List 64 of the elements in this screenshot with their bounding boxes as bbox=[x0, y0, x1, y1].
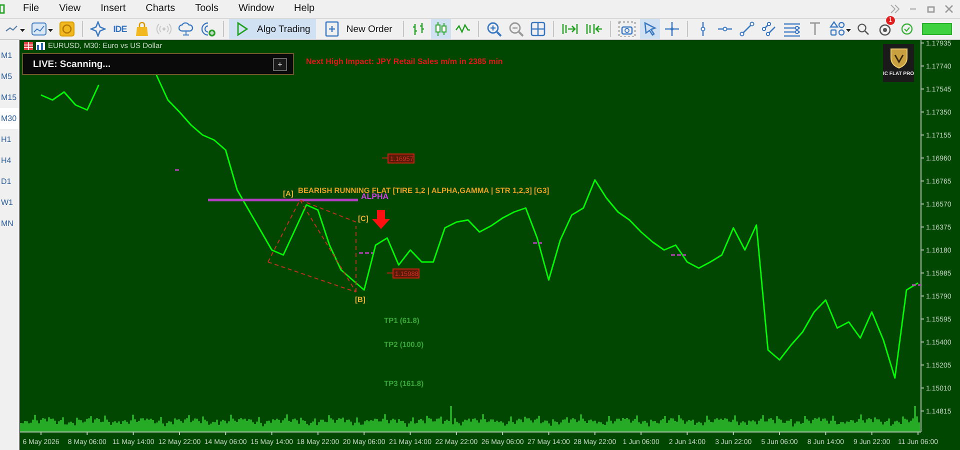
timeframe-item[interactable]: D1 bbox=[0, 171, 19, 192]
candlestick-button[interactable] bbox=[431, 19, 452, 39]
timeframe-item[interactable]: M15 bbox=[0, 87, 19, 108]
crosshair-icon bbox=[664, 21, 680, 37]
camera-icon bbox=[618, 21, 636, 37]
sparkle-button[interactable] bbox=[88, 19, 108, 39]
menu-item[interactable]: Charts bbox=[138, 0, 184, 18]
toolbar-button[interactable]: New Order bbox=[318, 19, 398, 39]
toolbar-button[interactable]: Algo Trading bbox=[229, 19, 316, 39]
zoom-in-icon bbox=[486, 21, 502, 37]
play-icon bbox=[235, 21, 251, 37]
camera-button[interactable] bbox=[616, 19, 638, 39]
coin-button[interactable] bbox=[57, 19, 77, 39]
coin-icon bbox=[59, 21, 75, 37]
shopping-bag-icon bbox=[134, 21, 150, 37]
app-icon bbox=[0, 4, 5, 14]
timeframe-item[interactable]: H4 bbox=[0, 150, 19, 171]
candlestick-icon bbox=[433, 21, 450, 37]
chart-shift-icon bbox=[585, 21, 604, 37]
timeframe-item[interactable]: W1 bbox=[0, 192, 19, 213]
timeframe-item[interactable]: H1 bbox=[0, 129, 19, 150]
text-tool-icon bbox=[808, 21, 822, 37]
plus-document-icon bbox=[324, 21, 340, 37]
menu-item[interactable]: Insert bbox=[92, 0, 134, 18]
menu-item[interactable]: View bbox=[51, 0, 89, 18]
channel-icon bbox=[761, 21, 778, 37]
cursor-button[interactable] bbox=[640, 19, 660, 39]
timeframe-item[interactable]: M1 bbox=[0, 45, 19, 66]
restore-icon[interactable] bbox=[926, 4, 936, 14]
check-circle-icon bbox=[901, 23, 913, 35]
down-arrow-icon bbox=[372, 210, 390, 229]
timeframe-item[interactable]: M5 bbox=[0, 66, 19, 87]
menu-item[interactable]: Window bbox=[230, 0, 282, 18]
expand-button[interactable]: + bbox=[273, 58, 287, 70]
menu-item[interactable]: Help bbox=[286, 0, 323, 18]
timeframe-item[interactable]: M30 bbox=[0, 108, 19, 129]
trend-line-icon bbox=[739, 21, 756, 37]
table-icon[interactable] bbox=[24, 42, 33, 50]
collapse-icon[interactable] bbox=[890, 4, 900, 14]
menu-item[interactable]: File bbox=[15, 0, 48, 18]
signal-icon bbox=[156, 21, 172, 37]
scroll-end-icon bbox=[561, 21, 580, 37]
close-icon[interactable] bbox=[944, 4, 954, 14]
sparkle-icon bbox=[90, 21, 106, 37]
connection-status-bar bbox=[922, 23, 952, 35]
ring-icon bbox=[878, 22, 892, 36]
shapes-icon bbox=[829, 21, 852, 37]
cursor-icon bbox=[642, 21, 658, 37]
status-text: LIVE: Scanning... bbox=[33, 58, 111, 70]
level-label: ALPHA bbox=[361, 192, 389, 201]
search-icon[interactable] bbox=[857, 23, 869, 35]
grid-icon bbox=[530, 21, 546, 37]
timeframe-item[interactable]: MN bbox=[0, 213, 19, 234]
notification-button[interactable] bbox=[878, 22, 892, 36]
radar-icon bbox=[200, 21, 216, 37]
zoom-out-icon bbox=[508, 21, 524, 37]
menu-item[interactable]: Tools bbox=[187, 0, 226, 18]
news-text: Next High Impact: JPY Retail Sales m/m in 2385 min bbox=[306, 57, 503, 66]
shield-icon bbox=[888, 47, 908, 69]
cloud-icon bbox=[178, 21, 194, 37]
chart-window-icon bbox=[31, 21, 53, 37]
fibonacci-icon bbox=[783, 21, 802, 37]
chart-icon[interactable] bbox=[36, 42, 45, 50]
ide-button[interactable]: IDE bbox=[110, 19, 130, 39]
